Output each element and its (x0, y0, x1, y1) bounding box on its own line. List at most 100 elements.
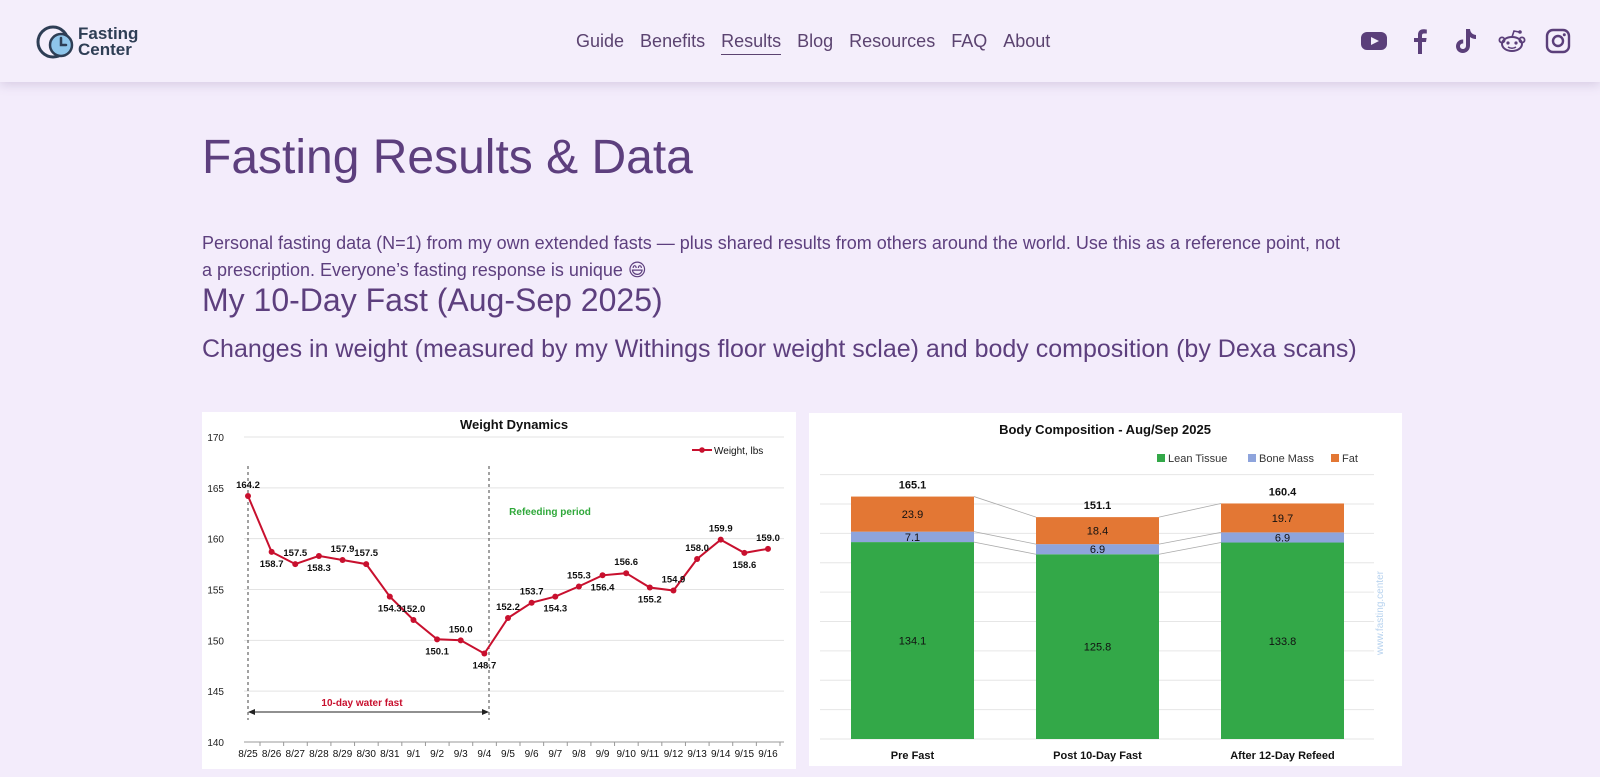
body-legend: Lean Tissue Bone Mass Fat (1157, 453, 1358, 465)
x-tick-label: 9/9 (596, 749, 610, 760)
reddit-icon[interactable] (1498, 27, 1526, 55)
segment-value-label: 125.8 (1084, 642, 1112, 654)
x-tick-label: 9/5 (501, 749, 515, 760)
x-tick-label: 9/6 (525, 749, 539, 760)
tiktok-icon[interactable] (1452, 27, 1480, 55)
weight-point (410, 617, 417, 623)
weight-chart-title: Weight Dynamics (460, 417, 568, 432)
logo-text: Fasting Center (78, 25, 138, 59)
weight-point (575, 583, 582, 590)
weight-point (363, 561, 370, 568)
legend-swatch-lean (1157, 454, 1165, 462)
x-tick-label: 9/10 (616, 749, 636, 760)
weight-data-label: 152.2 (496, 602, 520, 613)
weight-point (717, 536, 724, 543)
weight-data-label: 156.4 (591, 582, 615, 593)
x-tick-label: 9/11 (640, 749, 659, 760)
weight-point (457, 637, 464, 644)
nav-blog[interactable]: Blog (797, 31, 833, 55)
segment-value-label: 23.9 (902, 509, 923, 521)
segment-value-label: 6.9 (1275, 532, 1290, 544)
nav-benefits[interactable]: Benefits (640, 31, 705, 55)
x-tick-label: 9/8 (572, 749, 586, 760)
segment-value-label: 6.9 (1090, 544, 1105, 556)
site-logo[interactable]: Fasting Center (36, 24, 138, 60)
weight-point (434, 636, 441, 643)
bar-total-label: 160.4 (1269, 486, 1297, 498)
weight-data-label: 155.3 (567, 570, 591, 581)
arrow-head-right (482, 709, 489, 715)
weight-data-label: 158.6 (732, 560, 756, 571)
weight-data-label: 154.3 (378, 604, 402, 615)
bar-total-label: 165.1 (899, 480, 927, 492)
x-tick-label: 8/29 (333, 749, 353, 760)
weight-data-label: 148.7 (472, 661, 496, 672)
clock-logo-icon (36, 25, 74, 59)
weight-point (386, 593, 393, 600)
segment-value-label: 134.1 (899, 636, 927, 648)
weight-legend: Weight, lbs (692, 446, 763, 457)
instagram-icon[interactable] (1544, 27, 1572, 55)
fast-period-label: 10-day water fast (321, 698, 403, 709)
nav-faq[interactable]: FAQ (951, 31, 987, 55)
youtube-icon[interactable] (1360, 27, 1388, 55)
category-label: Pre Fast (891, 750, 935, 762)
x-tick-label: 8/27 (286, 749, 306, 760)
x-tick-label: 9/7 (548, 749, 562, 760)
x-tick-label: 9/2 (430, 749, 444, 760)
x-tick-label: 8/26 (262, 749, 282, 760)
weight-point (268, 548, 275, 555)
x-tick-label: 8/30 (356, 749, 376, 760)
segment-value-label: 133.8 (1269, 636, 1297, 648)
legend-label-lean: Lean Tissue (1168, 453, 1227, 465)
y-tick-label: 165 (207, 484, 224, 495)
weight-data-label: 154.9 (662, 575, 686, 586)
weight-point (623, 570, 630, 577)
weight-data-label: 156.6 (614, 557, 638, 568)
y-tick-label: 155 (207, 586, 224, 597)
weight-data-label: 155.2 (638, 594, 662, 605)
x-tick-label: 9/3 (454, 749, 468, 760)
main-nav: Guide Benefits Results Blog Resources FA… (576, 31, 1066, 55)
x-tick-label: 8/31 (380, 749, 400, 760)
nav-guide[interactable]: Guide (576, 31, 624, 55)
category-label: After 12-Day Refeed (1230, 750, 1335, 762)
weight-data-label: 150.0 (449, 624, 473, 635)
category-label: Post 10-Day Fast (1053, 750, 1142, 762)
weight-point (528, 599, 535, 606)
weight-data-label: 158.0 (685, 543, 709, 554)
y-tick-label: 170 (207, 433, 224, 444)
weight-data-label: 153.7 (520, 587, 544, 598)
watermark-text: www.fasting.center (1375, 570, 1386, 656)
legend-label-fat: Fat (1342, 453, 1358, 465)
logo-line-2: Center (78, 40, 132, 59)
x-tick-label: 9/16 (758, 749, 778, 760)
refeed-period-label: Refeeding period (509, 507, 591, 518)
weight-point (765, 545, 771, 552)
weight-data-label: 164.2 (236, 480, 260, 491)
weight-point (245, 492, 251, 499)
y-tick-label: 145 (207, 687, 224, 698)
legend-swatch-bone (1248, 454, 1256, 462)
page-title: Fasting Results & Data (202, 131, 693, 184)
y-tick-label: 140 (207, 738, 224, 749)
arrow-head-left (248, 709, 255, 715)
weight-point (599, 572, 606, 579)
weight-data-label: 159.0 (756, 533, 780, 544)
legend-label-bone: Bone Mass (1259, 453, 1315, 465)
x-tick-label: 8/25 (238, 749, 258, 760)
x-tick-label: 9/15 (735, 749, 755, 760)
nav-resources[interactable]: Resources (849, 31, 935, 55)
facebook-icon[interactable] (1406, 27, 1434, 55)
nav-results[interactable]: Results (721, 31, 782, 55)
x-tick-label: 9/4 (477, 749, 491, 760)
weight-data-label: 159.9 (709, 524, 733, 535)
weight-point (646, 584, 653, 591)
nav-about[interactable]: About (1003, 31, 1050, 55)
x-tick-label: 8/28 (309, 749, 329, 760)
weight-point (292, 561, 299, 568)
legend-label-weight: Weight, lbs (714, 446, 763, 457)
weight-point (552, 593, 559, 600)
weight-data-label: 158.3 (307, 563, 331, 574)
x-tick-label: 9/12 (664, 749, 684, 760)
